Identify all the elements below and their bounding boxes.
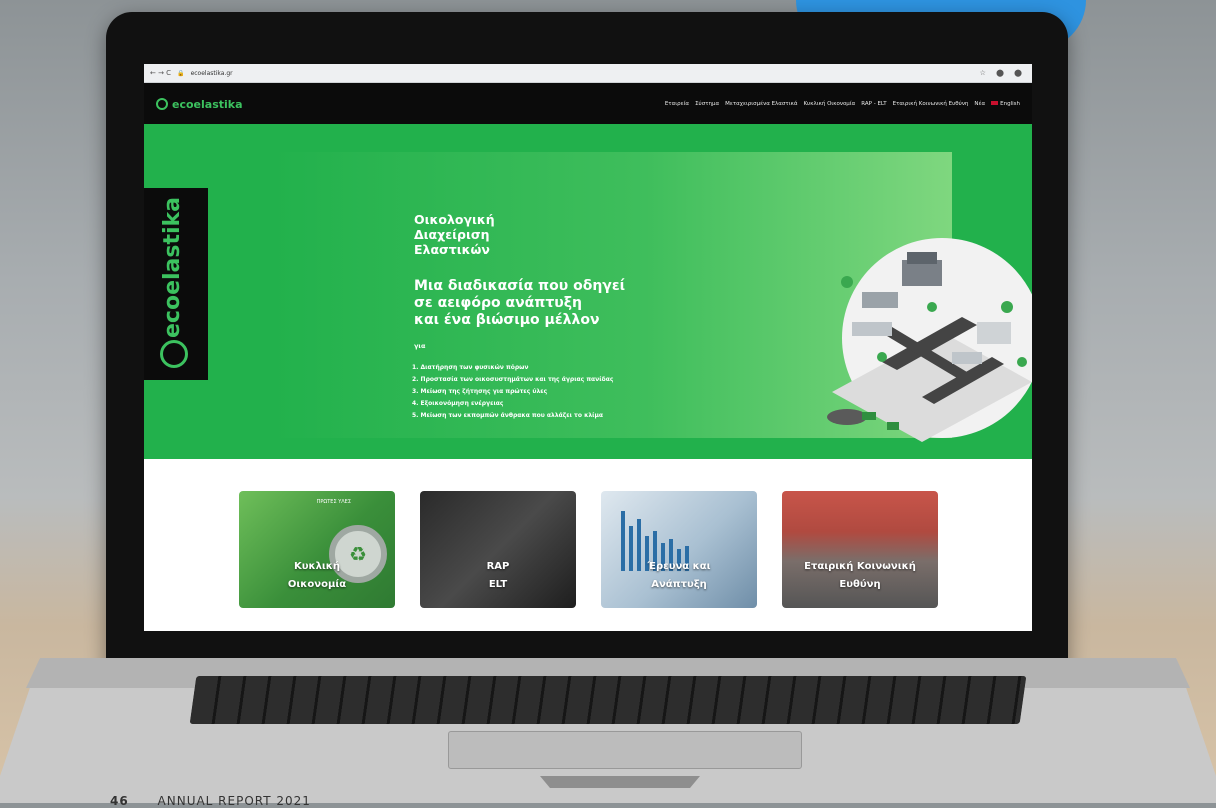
feature-cards: ΠΡΩΤΕΣ ΥΛΕΣ ♻ Κυκλική Οικονομία RAP ELT Έρ… — [144, 491, 1032, 609]
city-illustration — [827, 238, 1032, 442]
list-item: 4. Εξοικονόμηση ενέργειας — [412, 400, 504, 407]
menu-item-english[interactable]: English — [991, 101, 1020, 107]
menu-item-used-tyres[interactable]: Μεταχειρισμένα Ελαστικά — [725, 101, 797, 107]
logo-text: ecoelastika — [172, 97, 243, 111]
site-logo[interactable]: ecoelastika — [156, 98, 243, 111]
menu-item-news[interactable]: Νέα — [974, 101, 985, 107]
card-inner-text: ΠΡΩΤΕΣ ΥΛΕΣ — [316, 499, 351, 505]
menu-item-circular-economy[interactable]: Κυκλική Οικονομία — [803, 101, 855, 107]
hero-for-label: για — [414, 342, 426, 350]
menu-item-rap-elt[interactable]: RAP - ELT — [861, 101, 886, 107]
card-label: Κυκλική Οικονομία — [287, 561, 347, 590]
hero-benefits-list: 1. Διατήρηση των φυσικών πόρων 2. Προστα… — [412, 362, 613, 422]
card-rap-elt[interactable]: RAP ELT — [420, 491, 576, 608]
logo-circle-icon — [156, 98, 168, 110]
page-footer: 46 ANNUAL REPORT 2021 — [110, 794, 311, 808]
address-bar[interactable]: ecoelastika.gr — [191, 70, 974, 77]
uk-flag-icon — [991, 101, 999, 105]
browser-nav-icons[interactable]: ← → C — [150, 69, 171, 77]
hero-panel: Οικολογική Διαχείριση Ελαστικών Μια διαδ… — [272, 152, 1032, 442]
menu-item-csr[interactable]: Εταιρική Κοινωνική Ευθύνη — [893, 101, 969, 107]
browser-toolbar: ← → C 🔒 ecoelastika.gr ☆ ⬤ ⬤ — [144, 64, 1032, 83]
main-menu: Εταιρεία Σύστημα Μεταχειρισμένα Ελαστικά… — [665, 101, 1020, 107]
menu-item-system[interactable]: Σύστημα — [695, 101, 719, 107]
browser-extension-icons[interactable]: ☆ ⬤ ⬤ — [980, 69, 1026, 77]
list-item: 5. Μείωση των εκπομπών άνθρακα που αλλάζ… — [412, 412, 604, 419]
card-circular-economy[interactable]: ΠΡΩΤΕΣ ΥΛΕΣ ♻ Κυκλική Οικονομία — [239, 491, 395, 608]
laptop-keyboard — [189, 676, 1027, 724]
card-research-development[interactable]: Έρευνα και Ανάπτυξη — [601, 491, 757, 608]
card-label: Εταιρική Κοινωνική Ευθύνη — [804, 561, 916, 590]
card-label: Έρευνα και Ανάπτυξη — [647, 561, 711, 590]
hero-subheadline: Μια διαδικασία που οδηγεί σε αειφόρο ανά… — [414, 278, 626, 328]
lock-icon: 🔒 — [177, 69, 185, 77]
card-csr[interactable]: Εταιρική Κοινωνική Ευθύνη — [782, 491, 938, 608]
hero-section: ecoelastika Οικολογική Διαχείριση Ελαστι… — [144, 124, 1032, 459]
hero-headline: Οικολογική Διαχείριση Ελαστικών — [414, 212, 495, 257]
card-label: RAP ELT — [486, 561, 510, 590]
side-logo-text: ecoelastika — [160, 196, 185, 338]
laptop-trackpad — [448, 731, 802, 769]
menu-item-company[interactable]: Εταιρεία — [665, 101, 689, 107]
site-header: ecoelastika Εταιρεία Σύστημα Μεταχειρισμ… — [144, 83, 1032, 125]
side-logo-badge: ecoelastika — [144, 188, 208, 380]
list-item: 2. Προστασία των οικοσυστημάτων και της … — [412, 376, 614, 383]
page-number: 46 — [110, 794, 129, 808]
footer-caption: ANNUAL REPORT 2021 — [157, 794, 311, 808]
list-item: 1. Διατήρηση των φυσικών πόρων — [412, 364, 529, 371]
browser-window: ← → C 🔒 ecoelastika.gr ☆ ⬤ ⬤ ecoelastika… — [144, 64, 1032, 631]
side-logo-circle-icon — [160, 340, 188, 368]
list-item: 3. Μείωση της ζήτησης για πρώτες ύλες — [412, 388, 548, 395]
